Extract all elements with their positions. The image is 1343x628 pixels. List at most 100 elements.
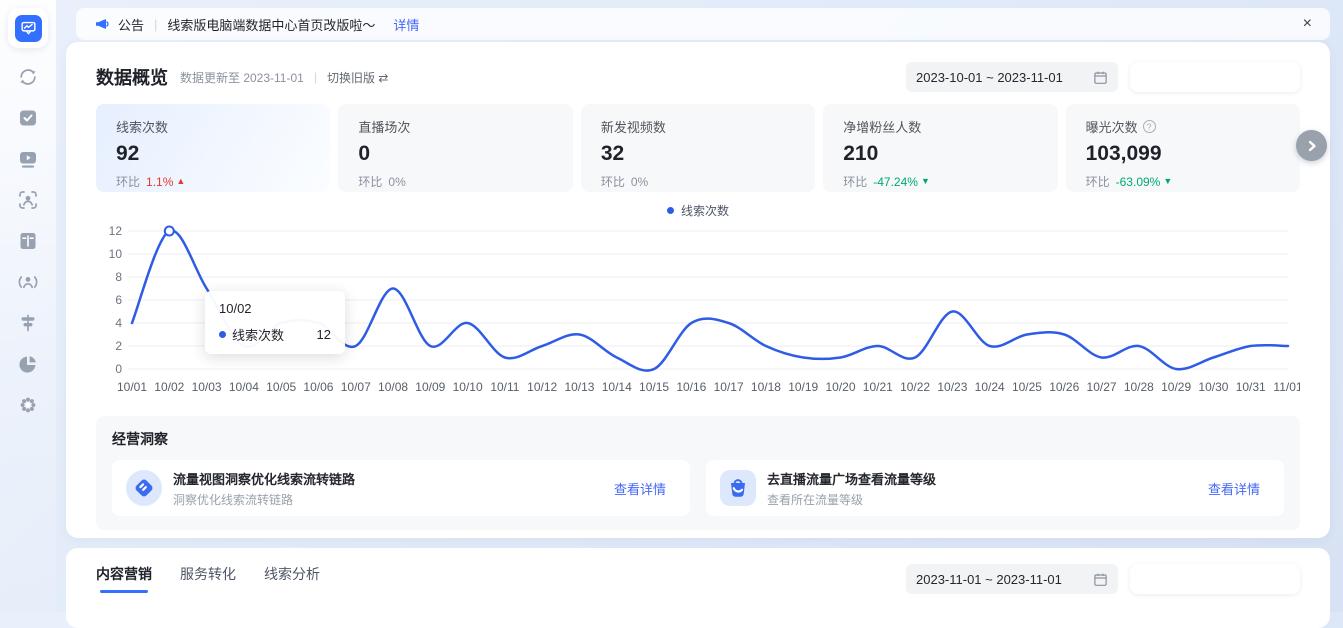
sidebar-item-guide[interactable]: [16, 311, 40, 335]
sidebar-item-analysis[interactable]: [16, 352, 40, 376]
page-title: 数据概览: [96, 64, 168, 90]
tab-leads-analysis[interactable]: 线索分析: [264, 564, 320, 593]
date-range-value: 2023-11-01 ~ 2023-11-01: [916, 572, 1062, 587]
tooltip-series-dot: [219, 331, 226, 338]
pie-icon: [16, 352, 40, 376]
svg-text:10/25: 10/25: [1012, 380, 1042, 394]
bottom-tabs: 内容营销 服务转化 线索分析: [96, 564, 320, 593]
stat-value: 32: [601, 142, 795, 166]
sidebar-item-portrait[interactable]: [16, 188, 40, 212]
check-square-icon: [16, 106, 40, 130]
svg-text:11/01: 11/01: [1273, 380, 1300, 394]
sidebar-item-video[interactable]: [16, 147, 40, 171]
stat-cards-row: 线索次数 92 环比 1.1%▲ 直播场次 0 环比 0% 新发视频数 32: [96, 104, 1300, 192]
sidebar-item-ledger[interactable]: [16, 229, 40, 253]
group-icon: [16, 270, 40, 294]
insight-title: 流量视图洞察优化线索流转链路: [173, 469, 355, 488]
view-detail-link[interactable]: 查看详情: [1208, 479, 1260, 498]
insights-section: 经营洞察 流量视图洞察优化线索流转链路: [96, 416, 1300, 530]
svg-text:10/05: 10/05: [266, 380, 296, 394]
calendar-icon: [1093, 572, 1108, 587]
insights-title: 经营洞察: [112, 429, 1284, 449]
chart-legend[interactable]: 线索次数: [96, 202, 1300, 219]
bottom-date-range-picker[interactable]: 2023-11-01 ~ 2023-11-01: [906, 564, 1118, 594]
sidebar: [0, 0, 56, 612]
svg-text:10/01: 10/01: [117, 380, 147, 394]
stat-label: 直播场次: [358, 117, 552, 136]
svg-text:10/15: 10/15: [639, 380, 669, 394]
stat-delta: 环比 -63.09%▼: [1086, 173, 1280, 190]
app-window: 公告 | 线索版电脑端数据中心首页改版啦～ 详情 × 数据概览 数据更新至 20…: [0, 0, 1343, 612]
trend-down-icon: ▼: [1163, 177, 1172, 186]
close-icon[interactable]: ×: [1303, 16, 1312, 32]
svg-text:10/29: 10/29: [1161, 380, 1191, 394]
svg-text:10/20: 10/20: [826, 380, 856, 394]
next-cards-button[interactable]: [1296, 130, 1327, 161]
overview-date-range-picker[interactable]: 2023-10-01 ~ 2023-11-01: [906, 62, 1118, 92]
sidebar-item-tasks[interactable]: [16, 106, 40, 130]
svg-text:0: 0: [115, 362, 122, 376]
legend-label: 线索次数: [681, 202, 729, 219]
sidebar-item-audience[interactable]: [16, 270, 40, 294]
calendar-icon: [1093, 70, 1108, 85]
flower-icon: [16, 393, 40, 417]
info-icon: ?: [1143, 120, 1156, 133]
switch-old-version-link[interactable]: 切换旧版 ⇄: [327, 69, 388, 86]
date-range-value: 2023-10-01 ~ 2023-11-01: [916, 70, 1063, 85]
svg-text:10/19: 10/19: [788, 380, 818, 394]
stat-card-live-sessions[interactable]: 直播场次 0 环比 0%: [338, 104, 572, 192]
svg-text:10/14: 10/14: [602, 380, 632, 394]
legend-dot: [667, 207, 674, 214]
trend-down-icon: ▼: [921, 177, 930, 186]
svg-text:12: 12: [109, 224, 123, 238]
svg-text:8: 8: [115, 270, 122, 284]
stat-delta: 环比 -47.24%▼: [843, 173, 1037, 190]
video-icon: [16, 147, 40, 171]
chart-tooltip: 10/02 线索次数 12: [205, 291, 345, 354]
stat-value: 92: [116, 142, 310, 166]
stat-value: 210: [843, 142, 1037, 166]
svg-text:6: 6: [115, 293, 122, 307]
account-selector[interactable]: [1130, 62, 1300, 92]
insight-subtitle: 查看所在流量等级: [767, 491, 936, 508]
notice-label: 公告: [118, 15, 144, 34]
svg-text:10/08: 10/08: [378, 380, 408, 394]
stat-card-net-fans[interactable]: 净增粉丝人数 210 环比 -47.24%▼: [823, 104, 1057, 192]
updated-text: 数据更新至 2023-11-01: [180, 69, 304, 86]
stat-card-leads[interactable]: 线索次数 92 环比 1.1%▲: [96, 104, 330, 192]
overview-header: 数据概览 数据更新至 2023-11-01 | 切换旧版 ⇄ 2023-10-0…: [96, 62, 1300, 92]
stat-delta: 环比 1.1%▲: [116, 173, 310, 190]
svg-text:10/21: 10/21: [863, 380, 893, 394]
svg-text:10/09: 10/09: [415, 380, 445, 394]
svg-text:10/04: 10/04: [229, 380, 259, 394]
tab-service-conversion[interactable]: 服务转化: [180, 564, 236, 593]
tooltip-series-name: 线索次数: [232, 325, 284, 344]
svg-text:10/23: 10/23: [937, 380, 967, 394]
stat-card-new-videos[interactable]: 新发视频数 32 环比 0%: [581, 104, 815, 192]
svg-text:10/06: 10/06: [303, 380, 333, 394]
sidebar-item-sync[interactable]: [16, 65, 40, 89]
banner-detail-link[interactable]: 详情: [393, 15, 419, 34]
trend-up-icon: ▲: [176, 177, 185, 186]
insight-title: 去直播流量广场查看流量等级: [767, 469, 936, 488]
svg-text:10/07: 10/07: [341, 380, 371, 394]
view-detail-link[interactable]: 查看详情: [614, 479, 666, 498]
insight-card-traffic-view[interactable]: 流量视图洞察优化线索流转链路 洞察优化线索流转链路 查看详情: [112, 460, 690, 516]
tab-content-marketing[interactable]: 内容营销: [96, 564, 152, 593]
line-chart-area: 02468101210/0110/0210/0310/0410/0510/061…: [96, 221, 1300, 404]
svg-text:10/17: 10/17: [714, 380, 744, 394]
svg-text:4: 4: [115, 316, 122, 330]
sidebar-item-data-overview[interactable]: [8, 8, 48, 48]
signpost-icon: [16, 311, 40, 335]
bottom-selector[interactable]: [1130, 564, 1300, 594]
stat-card-impressions[interactable]: 曝光次数 ? 103,099 环比 -63.09%▼: [1066, 104, 1300, 192]
svg-text:10/22: 10/22: [900, 380, 930, 394]
svg-text:10/26: 10/26: [1049, 380, 1079, 394]
svg-text:10: 10: [109, 247, 123, 261]
svg-text:2: 2: [115, 339, 122, 353]
stat-value: 103,099: [1086, 142, 1280, 166]
svg-text:10/13: 10/13: [564, 380, 594, 394]
bag-icon: [720, 470, 756, 506]
insight-card-live-traffic[interactable]: 去直播流量广场查看流量等级 查看所在流量等级 查看详情: [706, 460, 1284, 516]
sidebar-item-settings[interactable]: [16, 393, 40, 417]
